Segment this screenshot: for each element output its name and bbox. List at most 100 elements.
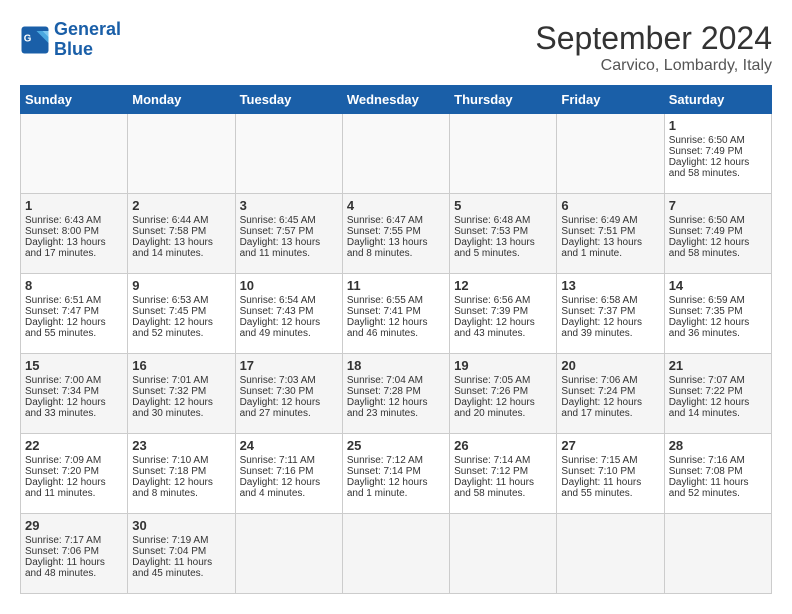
sunrise: Sunrise: 7:15 AM bbox=[561, 455, 659, 466]
sunset: Sunset: 7:16 PM bbox=[240, 466, 338, 477]
daylight-hours: Daylight: 12 hours and 46 minutes. bbox=[347, 317, 445, 339]
week-row-4: 15Sunrise: 7:00 AMSunset: 7:34 PMDayligh… bbox=[21, 354, 772, 434]
column-header-thursday: Thursday bbox=[450, 86, 557, 114]
sunrise: Sunrise: 7:17 AM bbox=[25, 535, 123, 546]
calendar-cell bbox=[21, 114, 128, 194]
column-header-tuesday: Tuesday bbox=[235, 86, 342, 114]
calendar-cell: 3Sunrise: 6:45 AMSunset: 7:57 PMDaylight… bbox=[235, 194, 342, 274]
sunrise: Sunrise: 7:16 AM bbox=[669, 455, 767, 466]
day-number: 6 bbox=[561, 198, 659, 213]
day-number: 28 bbox=[669, 438, 767, 453]
sunrise: Sunrise: 6:51 AM bbox=[25, 295, 123, 306]
calendar-cell bbox=[664, 514, 771, 594]
day-number: 18 bbox=[347, 358, 445, 373]
sunset: Sunset: 7:41 PM bbox=[347, 306, 445, 317]
sunrise: Sunrise: 6:58 AM bbox=[561, 295, 659, 306]
daylight-hours: Daylight: 12 hours and 23 minutes. bbox=[347, 397, 445, 419]
calendar-cell: 16Sunrise: 7:01 AMSunset: 7:32 PMDayligh… bbox=[128, 354, 235, 434]
calendar-cell: 30 Sunrise: 7:19 AMSunset: 7:04 PMDayligh… bbox=[128, 514, 235, 594]
calendar-cell: 21Sunrise: 7:07 AMSunset: 7:22 PMDayligh… bbox=[664, 354, 771, 434]
daylight-hours: Daylight: 13 hours and 8 minutes. bbox=[347, 237, 445, 259]
calendar-cell: 9Sunrise: 6:53 AMSunset: 7:45 PMDaylight… bbox=[128, 274, 235, 354]
sunset: Sunset: 7:06 PM bbox=[25, 546, 123, 557]
calendar-cell bbox=[235, 114, 342, 194]
daylight-hours: Daylight: 13 hours and 5 minutes. bbox=[454, 237, 552, 259]
daylight-hours: Daylight: 12 hours and 43 minutes. bbox=[454, 317, 552, 339]
sunset: Sunset: 7:47 PM bbox=[25, 306, 123, 317]
sunrise: Sunrise: 6:48 AM bbox=[454, 215, 552, 226]
sunrise: Sunrise: 7:06 AM bbox=[561, 375, 659, 386]
calendar-cell: 18Sunrise: 7:04 AMSunset: 7:28 PMDayligh… bbox=[342, 354, 449, 434]
calendar-cell: 27Sunrise: 7:15 AMSunset: 7:10 PMDayligh… bbox=[557, 434, 664, 514]
sunrise: Sunrise: 6:50 AM bbox=[669, 135, 767, 146]
daylight-hours: Daylight: 13 hours and 17 minutes. bbox=[25, 237, 123, 259]
sunrise: Sunrise: 7:19 AM bbox=[132, 535, 230, 546]
calendar-cell: 7Sunrise: 6:50 AMSunset: 7:49 PMDaylight… bbox=[664, 194, 771, 274]
daylight-hours: Daylight: 12 hours and 4 minutes. bbox=[240, 477, 338, 499]
calendar-cell bbox=[557, 114, 664, 194]
day-number: 22 bbox=[25, 438, 123, 453]
column-header-saturday: Saturday bbox=[664, 86, 771, 114]
svg-text:G: G bbox=[24, 33, 32, 44]
calendar-table: SundayMondayTuesdayWednesdayThursdayFrid… bbox=[20, 85, 772, 594]
sunrise: Sunrise: 6:53 AM bbox=[132, 295, 230, 306]
day-number: 5 bbox=[454, 198, 552, 213]
sunset: Sunset: 7:04 PM bbox=[132, 546, 230, 557]
sunrise: Sunrise: 7:04 AM bbox=[347, 375, 445, 386]
day-number: 30 bbox=[132, 518, 230, 533]
calendar-cell: 6Sunrise: 6:49 AMSunset: 7:51 PMDaylight… bbox=[557, 194, 664, 274]
location: Carvico, Lombardy, Italy bbox=[535, 57, 772, 75]
sunrise: Sunrise: 6:47 AM bbox=[347, 215, 445, 226]
calendar-cell: 22Sunrise: 7:09 AMSunset: 7:20 PMDayligh… bbox=[21, 434, 128, 514]
daylight-hours: Daylight: 11 hours and 48 minutes. bbox=[25, 557, 123, 579]
daylight-hours: Daylight: 12 hours and 39 minutes. bbox=[561, 317, 659, 339]
sunset: Sunset: 7:49 PM bbox=[669, 226, 767, 237]
day-number: 20 bbox=[561, 358, 659, 373]
sunset: Sunset: 7:34 PM bbox=[25, 386, 123, 397]
sunrise: Sunrise: 7:00 AM bbox=[25, 375, 123, 386]
calendar-cell: 12Sunrise: 6:56 AMSunset: 7:39 PMDayligh… bbox=[450, 274, 557, 354]
sunset: Sunset: 7:35 PM bbox=[669, 306, 767, 317]
calendar-cell: 11Sunrise: 6:55 AMSunset: 7:41 PMDayligh… bbox=[342, 274, 449, 354]
sunrise: Sunrise: 6:59 AM bbox=[669, 295, 767, 306]
sunset: Sunset: 7:32 PM bbox=[132, 386, 230, 397]
column-header-wednesday: Wednesday bbox=[342, 86, 449, 114]
day-number: 8 bbox=[25, 278, 123, 293]
daylight-hours: Daylight: 12 hours and 58 minutes. bbox=[669, 237, 767, 259]
daylight-hours: Daylight: 13 hours and 11 minutes. bbox=[240, 237, 338, 259]
daylight-hours: Daylight: 11 hours and 45 minutes. bbox=[132, 557, 230, 579]
daylight-hours: Daylight: 11 hours and 55 minutes. bbox=[561, 477, 659, 499]
day-number: 24 bbox=[240, 438, 338, 453]
column-header-friday: Friday bbox=[557, 86, 664, 114]
sunrise: Sunrise: 6:55 AM bbox=[347, 295, 445, 306]
sunrise: Sunrise: 6:43 AM bbox=[25, 215, 123, 226]
day-number: 27 bbox=[561, 438, 659, 453]
day-number: 2 bbox=[132, 198, 230, 213]
calendar-cell: 15Sunrise: 7:00 AMSunset: 7:34 PMDayligh… bbox=[21, 354, 128, 434]
sunrise: Sunrise: 6:49 AM bbox=[561, 215, 659, 226]
column-header-sunday: Sunday bbox=[21, 86, 128, 114]
week-row-5: 22Sunrise: 7:09 AMSunset: 7:20 PMDayligh… bbox=[21, 434, 772, 514]
sunset: Sunset: 7:30 PM bbox=[240, 386, 338, 397]
daylight-hours: Daylight: 12 hours and 58 minutes. bbox=[669, 157, 767, 179]
sunrise: Sunrise: 6:56 AM bbox=[454, 295, 552, 306]
daylight-hours: Daylight: 13 hours and 14 minutes. bbox=[132, 237, 230, 259]
daylight-hours: Daylight: 12 hours and 20 minutes. bbox=[454, 397, 552, 419]
calendar-cell bbox=[128, 114, 235, 194]
calendar-cell: 28Sunrise: 7:16 AMSunset: 7:08 PMDayligh… bbox=[664, 434, 771, 514]
day-number: 14 bbox=[669, 278, 767, 293]
daylight-hours: Daylight: 12 hours and 36 minutes. bbox=[669, 317, 767, 339]
calendar-cell: 23Sunrise: 7:10 AMSunset: 7:18 PMDayligh… bbox=[128, 434, 235, 514]
sunrise: Sunrise: 6:44 AM bbox=[132, 215, 230, 226]
day-number: 10 bbox=[240, 278, 338, 293]
daylight-hours: Daylight: 12 hours and 52 minutes. bbox=[132, 317, 230, 339]
sunset: Sunset: 7:20 PM bbox=[25, 466, 123, 477]
daylight-hours: Daylight: 12 hours and 33 minutes. bbox=[25, 397, 123, 419]
daylight-hours: Daylight: 12 hours and 49 minutes. bbox=[240, 317, 338, 339]
sunrise: Sunrise: 7:01 AM bbox=[132, 375, 230, 386]
sunset: Sunset: 7:37 PM bbox=[561, 306, 659, 317]
logo-icon: G bbox=[20, 25, 50, 55]
day-number: 21 bbox=[669, 358, 767, 373]
sunset: Sunset: 7:18 PM bbox=[132, 466, 230, 477]
sunset: Sunset: 7:43 PM bbox=[240, 306, 338, 317]
